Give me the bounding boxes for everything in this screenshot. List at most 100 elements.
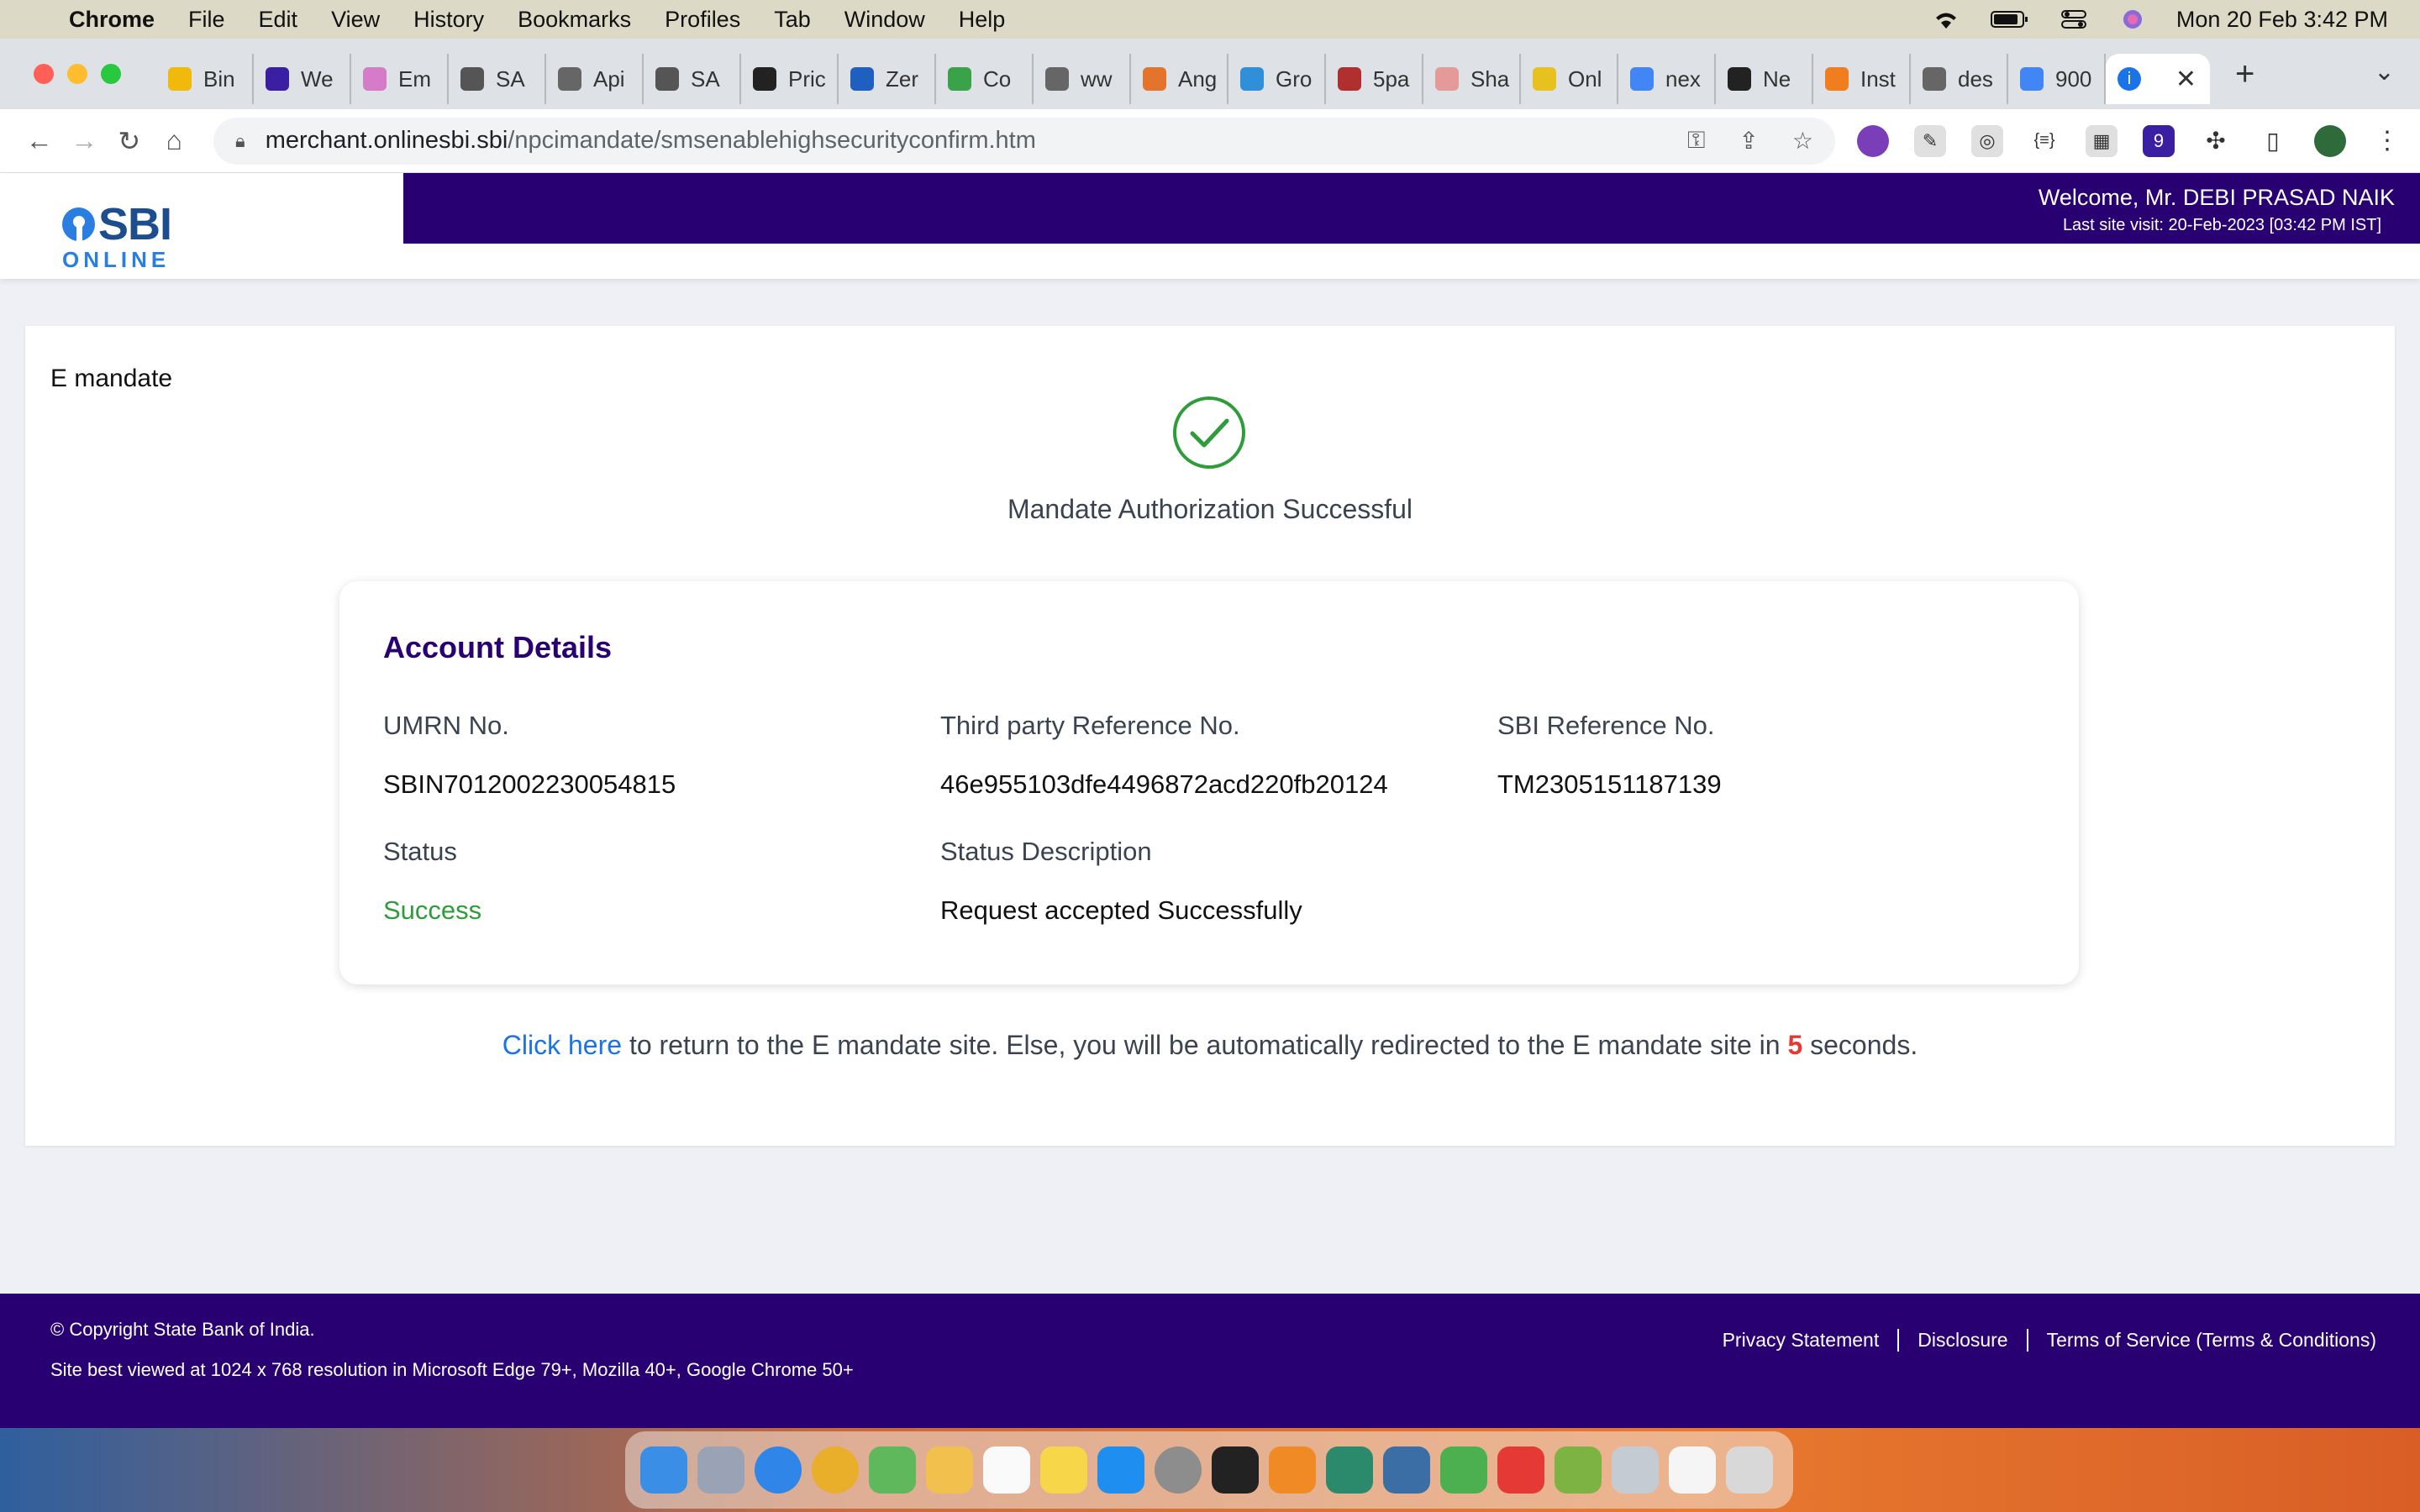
menu-edit[interactable]: Edit [259, 7, 298, 33]
tab-active[interactable]: i ✕ [2106, 54, 2210, 104]
browser-tab[interactable]: Ang [1131, 54, 1228, 104]
calendar-icon[interactable] [983, 1446, 1030, 1494]
browser-tab[interactable]: Sha [1423, 54, 1521, 104]
menu-view[interactable]: View [331, 7, 380, 33]
lock-icon[interactable]: 🔒︎ [235, 130, 245, 152]
extension-json-icon[interactable]: {≡} [2028, 124, 2060, 157]
extension-eyedropper-icon[interactable]: ✎ [1914, 124, 1946, 157]
extension-shield-icon[interactable]: 9 [2143, 124, 2175, 157]
zoom-window-button[interactable] [101, 64, 121, 84]
browser-tab[interactable]: Inst [1813, 54, 1911, 104]
reload-button[interactable]: ↻ [107, 125, 152, 157]
finder-icon[interactable] [640, 1446, 687, 1494]
tab-label: Co [983, 66, 1012, 92]
extension-translate-icon[interactable]: ◎ [1971, 124, 2003, 157]
browser-tab[interactable]: Co [936, 54, 1034, 104]
browser-tab[interactable]: Zer [839, 54, 936, 104]
browser-tab[interactable]: SA [644, 54, 741, 104]
menu-app-name[interactable]: Chrome [69, 7, 155, 33]
copyright-text: © Copyright State Bank of India. [50, 1319, 315, 1340]
browser-tab[interactable]: Gro [1228, 54, 1326, 104]
browser-tab[interactable]: 900 [2008, 54, 2106, 104]
tab-favicon-icon [1435, 67, 1459, 91]
redirect-text-end: seconds. [1802, 1030, 1918, 1060]
notes-icon[interactable] [1040, 1446, 1087, 1494]
logo-text: SBI [97, 199, 172, 249]
preview-icon[interactable] [1612, 1446, 1659, 1494]
launchpad-icon[interactable] [697, 1446, 744, 1494]
new-tab-button[interactable]: + [2235, 55, 2254, 93]
chrome-menu-icon[interactable]: ⋮ [2371, 124, 2403, 157]
menu-history[interactable]: History [413, 7, 484, 33]
siri-icon[interactable] [2118, 8, 2148, 30]
terminal-icon[interactable] [1212, 1446, 1259, 1494]
control-center-icon[interactable] [2059, 8, 2089, 30]
safari-icon[interactable] [755, 1446, 802, 1494]
browser-tab[interactable]: Onl [1521, 54, 1618, 104]
browser-tab[interactable]: nex [1618, 54, 1716, 104]
account-details-heading: Account Details [383, 630, 613, 664]
extensions-puzzle-icon[interactable]: ✣ [2200, 124, 2232, 157]
browser-tab[interactable]: 5pa [1326, 54, 1423, 104]
window-controls [34, 64, 121, 84]
postgres-icon[interactable] [1383, 1446, 1430, 1494]
battery-icon[interactable] [1990, 8, 2030, 30]
browser-tab[interactable]: SA [449, 54, 546, 104]
facetime-icon[interactable] [1326, 1446, 1373, 1494]
bookmark-star-icon[interactable]: ☆ [1792, 127, 1813, 155]
tab-label: Zer [886, 66, 918, 92]
wifi-icon[interactable] [1931, 8, 1961, 30]
account-details-panel: Account Details UMRN No. SBIN70120022300… [339, 581, 2079, 984]
tab-favicon-icon [850, 67, 874, 91]
system-settings-icon[interactable] [1155, 1446, 1202, 1494]
extension-color-icon[interactable] [1857, 124, 1889, 157]
minimize-window-button[interactable] [67, 64, 87, 84]
trash-icon[interactable] [1726, 1446, 1773, 1494]
chrome-icon[interactable] [812, 1446, 859, 1494]
meet-icon[interactable] [1440, 1446, 1487, 1494]
photos-icon[interactable] [926, 1446, 973, 1494]
browser-tab[interactable]: We [254, 54, 351, 104]
terms-of-service-link[interactable]: Terms of Service (Terms & Conditions) [2026, 1329, 2395, 1352]
menu-help[interactable]: Help [959, 7, 1006, 33]
menu-bookmarks[interactable]: Bookmarks [518, 7, 631, 33]
android-studio-icon[interactable] [1555, 1446, 1602, 1494]
close-window-button[interactable] [34, 64, 54, 84]
tab-label: Ang [1178, 66, 1218, 92]
forward-button[interactable]: → [62, 125, 108, 156]
maps-icon[interactable] [869, 1446, 916, 1494]
menu-profiles[interactable]: Profiles [665, 7, 740, 33]
url-path: /npcimandate/smsenablehighsecurityconfir… [508, 127, 1036, 154]
browser-tab[interactable]: des [1911, 54, 2008, 104]
disclosure-link[interactable]: Disclosure [1897, 1329, 2026, 1352]
key-icon[interactable]: ⚿ [1687, 127, 1705, 155]
menu-tab[interactable]: Tab [774, 7, 811, 33]
browser-tab[interactable]: Bin [156, 54, 254, 104]
home-button[interactable]: ⌂ [152, 125, 197, 156]
tab-search-chevron-icon[interactable]: ⌄ [2374, 57, 2395, 87]
back-button[interactable]: ← [17, 125, 62, 156]
side-panel-icon[interactable]: ▯ [2257, 124, 2289, 157]
tab-label: Bin [203, 66, 235, 92]
anydesk-icon[interactable] [1497, 1446, 1544, 1494]
browser-tab[interactable]: ww [1034, 54, 1131, 104]
browser-tab[interactable]: Api [546, 54, 644, 104]
sublime-icon[interactable] [1269, 1446, 1316, 1494]
close-tab-icon[interactable]: ✕ [2175, 65, 2196, 94]
extension-reader-icon[interactable]: ▦ [2086, 124, 2118, 157]
app-store-icon[interactable] [1097, 1446, 1144, 1494]
tab-favicon-icon [1240, 67, 1264, 91]
browser-tab[interactable]: Pric [741, 54, 839, 104]
menubar-clock[interactable]: Mon 20 Feb 3:42 PM [2176, 7, 2388, 33]
slack-icon[interactable] [1669, 1446, 1716, 1494]
menu-file[interactable]: File [188, 7, 225, 33]
browser-tab[interactable]: Em [351, 54, 449, 104]
profile-avatar[interactable] [2314, 124, 2346, 157]
privacy-statement-link[interactable]: Privacy Statement [1704, 1329, 1898, 1352]
address-bar[interactable]: 🔒︎ merchant.onlinesbi.sbi/npcimandate/sm… [213, 117, 1835, 165]
menu-window[interactable]: Window [844, 7, 925, 33]
click-here-link[interactable]: Click here [502, 1030, 622, 1060]
sbi-online-logo[interactable]: SBI ONLINE [62, 198, 172, 273]
browser-tab[interactable]: Ne [1716, 54, 1813, 104]
share-icon[interactable]: ⇪ [1739, 127, 1758, 155]
